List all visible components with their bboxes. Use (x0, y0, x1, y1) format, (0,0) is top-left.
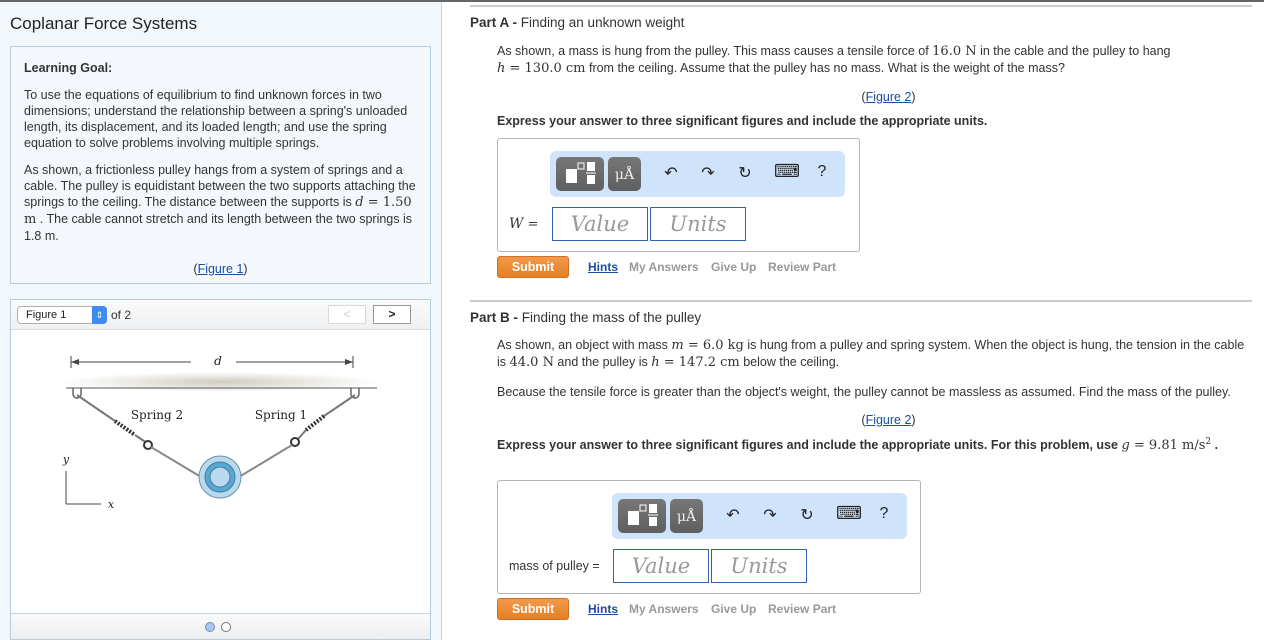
templates-icon (566, 162, 596, 184)
redo-icon[interactable]: ↷ (760, 505, 780, 525)
part-b-actions: Submit Hints My Answers Give Up Review P… (497, 598, 857, 620)
right-ring (290, 437, 300, 447)
part-a-answer-label: W = (509, 216, 539, 232)
learning-goal-box: Learning Goal: To use the equations of e… (10, 46, 431, 284)
spring-2 (113, 419, 137, 437)
part-b-hints-link[interactable]: Hints (588, 602, 618, 616)
figure-panel: Figure 1 ⇕ of 2 < > d Spring 2 Spring 1 … (10, 299, 431, 640)
ceiling (61, 372, 381, 392)
figure-pager (11, 613, 430, 639)
part-a-math-toolbar: μÅ ↶ ↷ ↻ ⌨ ? (550, 151, 845, 197)
next-figure-button[interactable]: > (373, 305, 411, 324)
part-b-value-input[interactable]: Value (613, 549, 709, 583)
xy-axes: y x (62, 453, 115, 511)
part-b-instructions: Express your answer to three significant… (497, 437, 1219, 454)
figure-2-link-a[interactable]: Figure 2 (866, 90, 912, 104)
pulley-spring-diagram: d Spring 2 Spring 1 y x (61, 354, 381, 511)
part-a: Part A - Finding an unknown weight As sh… (470, 5, 1252, 128)
units-button[interactable]: μÅ (608, 157, 641, 191)
problem-description: As shown, a frictionless pulley hangs fr… (24, 163, 416, 243)
units-button[interactable]: μÅ (670, 499, 703, 533)
part-a-value-input[interactable]: Value (552, 207, 648, 241)
figure-count: of 2 (111, 308, 132, 322)
figure-1-reference: (Figure 1) (193, 262, 248, 276)
part-b-submit-button[interactable]: Submit (497, 598, 569, 620)
part-b-give-up-link[interactable]: Give Up (711, 602, 756, 616)
undo-icon[interactable]: ↶ (661, 163, 681, 183)
help-icon[interactable]: ? (874, 505, 894, 523)
undo-icon[interactable]: ↶ (723, 505, 743, 525)
templates-button[interactable] (618, 499, 666, 533)
part-b-figure-reference: (Figure 2) (861, 413, 916, 427)
templates-button[interactable] (556, 157, 604, 191)
part-b-heading: Part B - Finding the mass of the pulley (470, 310, 702, 325)
part-b-my-answers-link[interactable]: My Answers (629, 602, 699, 616)
part-a-hints-link[interactable]: Hints (588, 260, 618, 274)
part-a-units-input[interactable]: Units (650, 207, 746, 241)
part-a-my-answers-link[interactable]: My Answers (629, 260, 699, 274)
part-a-submit-button[interactable]: Submit (497, 256, 569, 278)
keyboard-icon[interactable]: ⌨ (774, 161, 800, 182)
part-b-prompt-2: Because the tensile force is greater tha… (497, 385, 1231, 399)
left-panel: Coplanar Force Systems Learning Goal: To… (0, 2, 442, 640)
part-a-review-part-link[interactable]: Review Part (768, 260, 836, 274)
redo-icon[interactable]: ↷ (698, 163, 718, 183)
reset-icon[interactable]: ↻ (797, 505, 817, 525)
chevron-updown-icon: ⇕ (92, 306, 107, 324)
part-b-math-toolbar: μÅ ↶ ↷ ↻ ⌨ ? (612, 493, 907, 539)
prev-figure-button[interactable]: < (328, 305, 366, 324)
learning-goal-text: To use the equations of equilibrium to f… (24, 88, 408, 150)
part-a-heading: Part A - Finding an unknown weight (470, 15, 685, 30)
help-icon[interactable]: ? (812, 163, 832, 181)
label-d: d (214, 354, 222, 368)
part-b-review-part-link[interactable]: Review Part (768, 602, 836, 616)
part-b: Part B - Finding the mass of the pulley … (470, 300, 1252, 453)
keyboard-icon[interactable]: ⌨ (836, 503, 862, 524)
part-b-answer-label: mass of pulley = (509, 559, 600, 573)
templates-icon (628, 504, 658, 526)
figure-select[interactable]: Figure 1 ⇕ (17, 306, 107, 324)
part-a-give-up-link[interactable]: Give Up (711, 260, 756, 274)
label-x: x (108, 498, 115, 511)
dimension-d: d (70, 354, 354, 368)
part-b-prompt: As shown, an object with mass m = 6.0 kg… (497, 338, 1245, 370)
part-b-units-input[interactable]: Units (711, 549, 807, 583)
part-a-instructions: Express your answer to three significant… (497, 114, 988, 128)
part-a-answer-box: μÅ ↶ ↷ ↻ ⌨ ? W = Value Units (497, 138, 860, 252)
chevron-left-icon: < (343, 307, 351, 321)
figure-2-link-b[interactable]: Figure 2 (866, 413, 912, 427)
figure-panel-header: Figure 1 ⇕ of 2 < > (11, 300, 430, 330)
part-b-answer-box: μÅ ↶ ↷ ↻ ⌨ ? mass of pulley = Value Unit… (497, 480, 921, 594)
spring-1 (304, 414, 326, 432)
part-a-prompt: As shown, a mass is hung from the pulley… (497, 44, 1171, 76)
figure-1-link[interactable]: Figure 1 (198, 262, 244, 276)
reset-icon[interactable]: ↻ (735, 163, 755, 183)
part-a-figure-reference: (Figure 2) (861, 90, 916, 104)
pager-dot-2[interactable] (221, 622, 231, 632)
chevron-right-icon: > (388, 307, 396, 321)
learning-goal-heading: Learning Goal: (24, 61, 113, 75)
page-title: Coplanar Force Systems (10, 14, 198, 33)
label-spring-2: Spring 2 (131, 408, 183, 422)
label-y: y (62, 453, 70, 466)
part-a-actions: Submit Hints My Answers Give Up Review P… (497, 256, 857, 278)
label-spring-1: Spring 1 (255, 408, 307, 422)
pager-dot-1[interactable] (205, 622, 215, 632)
